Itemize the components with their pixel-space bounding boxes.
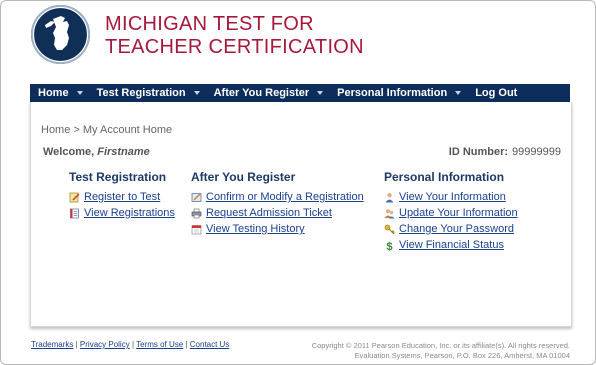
link-update-your-information[interactable]: Update Your Information [384,205,518,221]
key-icon [384,224,395,234]
chevron-down-icon [455,91,462,95]
footer-link-trademarks[interactable]: Trademarks [31,340,73,349]
section-title: Personal Information [384,170,505,184]
section-personal-information: Personal Information View Your Informati… [384,170,518,253]
pencil-note-icon [69,192,80,202]
link-view-registrations[interactable]: View Registrations [69,205,175,221]
nav-personal-information[interactable]: Personal Information [337,87,467,99]
svg-text:$: $ [386,241,392,251]
nav-log-out[interactable]: Log Out [475,87,517,99]
link-request-admission-ticket[interactable]: Request Admission Ticket [191,205,364,221]
copyright-line2: Evaluation Systems, Pearson, P.O. Box 22… [354,351,570,360]
footer-link-privacy-policy[interactable]: Privacy Policy [80,340,130,349]
site-title-line1: MICHIGAN TEST FOR [105,13,314,35]
link-view-your-information[interactable]: View Your Information [384,189,518,205]
copyright-line1: Copyright © 2011 Pearson Education, Inc.… [311,341,570,350]
link-view-testing-history[interactable]: View Testing History [191,221,364,237]
dollar-icon: $ [386,241,392,251]
nav-home-label: Home [38,87,69,99]
welcome-prefix: Welcome, [43,146,95,158]
nav-after-you-register-label: After You Register [213,87,310,99]
footer-link-terms-of-use[interactable]: Terms of Use [136,340,183,349]
copyright-notice: Copyright © 2011 Pearson Education, Inc.… [312,341,570,361]
person-icon [385,192,394,202]
site-title: MICHIGAN TEST FOR TEACHER CERTIFICATION [105,13,364,59]
document-list-icon [70,208,79,218]
chevron-down-icon [317,91,324,95]
calendar-icon [191,224,202,234]
footer-link-contact-us[interactable]: Contact Us [190,340,230,349]
id-number-label: ID Number: [448,146,509,158]
nav-test-registration[interactable]: Test Registration [97,87,206,99]
link-label[interactable]: Update Your Information [399,207,518,219]
section-title: After You Register [191,170,296,184]
link-label[interactable]: Request Admission Ticket [206,207,332,219]
link-register-to-test[interactable]: Register to Test [69,189,175,205]
nav-test-registration-label: Test Registration [96,87,186,99]
link-label[interactable]: View Your Information [399,191,506,203]
people-edit-icon [384,208,395,218]
site-title-line2: TEACHER CERTIFICATION [105,36,364,58]
nav-personal-information-label: Personal Information [337,87,448,99]
chevron-down-icon [76,91,83,95]
link-label[interactable]: View Testing History [206,223,305,235]
welcome-name: Firstname [97,146,150,158]
main-nav: Home Test Registration After You Registe… [30,84,570,102]
account-panel: Home > My Account Home Welcome, Firstnam… [30,102,572,327]
id-number-value: 99999999 [512,146,561,158]
link-label[interactable]: View Financial Status [399,239,504,251]
welcome-message: Welcome, Firstname [43,146,150,158]
chevron-down-icon [193,91,200,95]
section-test-registration: Test Registration Register to Test View … [69,170,175,221]
link-label[interactable]: Confirm or Modify a Registration [206,191,364,203]
breadcrumb: Home > My Account Home [41,124,173,136]
link-view-financial-status[interactable]: $ View Financial Status [384,237,518,253]
section-after-you-register: After You Register Confirm or Modify a R… [191,170,364,237]
link-change-your-password[interactable]: Change Your Password [384,221,518,237]
link-confirm-modify-registration[interactable]: Confirm or Modify a Registration [191,189,364,205]
edit-form-icon [191,192,202,202]
link-label[interactable]: Change Your Password [399,223,514,235]
link-label[interactable]: Register to Test [84,191,160,203]
id-number: ID Number: 99999999 [449,146,561,158]
nav-log-out-label: Log Out [475,87,518,99]
link-label[interactable]: View Registrations [84,207,175,219]
printer-icon [191,208,202,218]
nav-home[interactable]: Home [38,87,89,99]
nav-after-you-register[interactable]: After You Register [214,87,330,99]
michigan-seal-icon [31,5,90,64]
section-title: Test Registration [69,170,167,184]
footer-links: Trademarks | Privacy Policy | Terms of U… [31,340,230,349]
